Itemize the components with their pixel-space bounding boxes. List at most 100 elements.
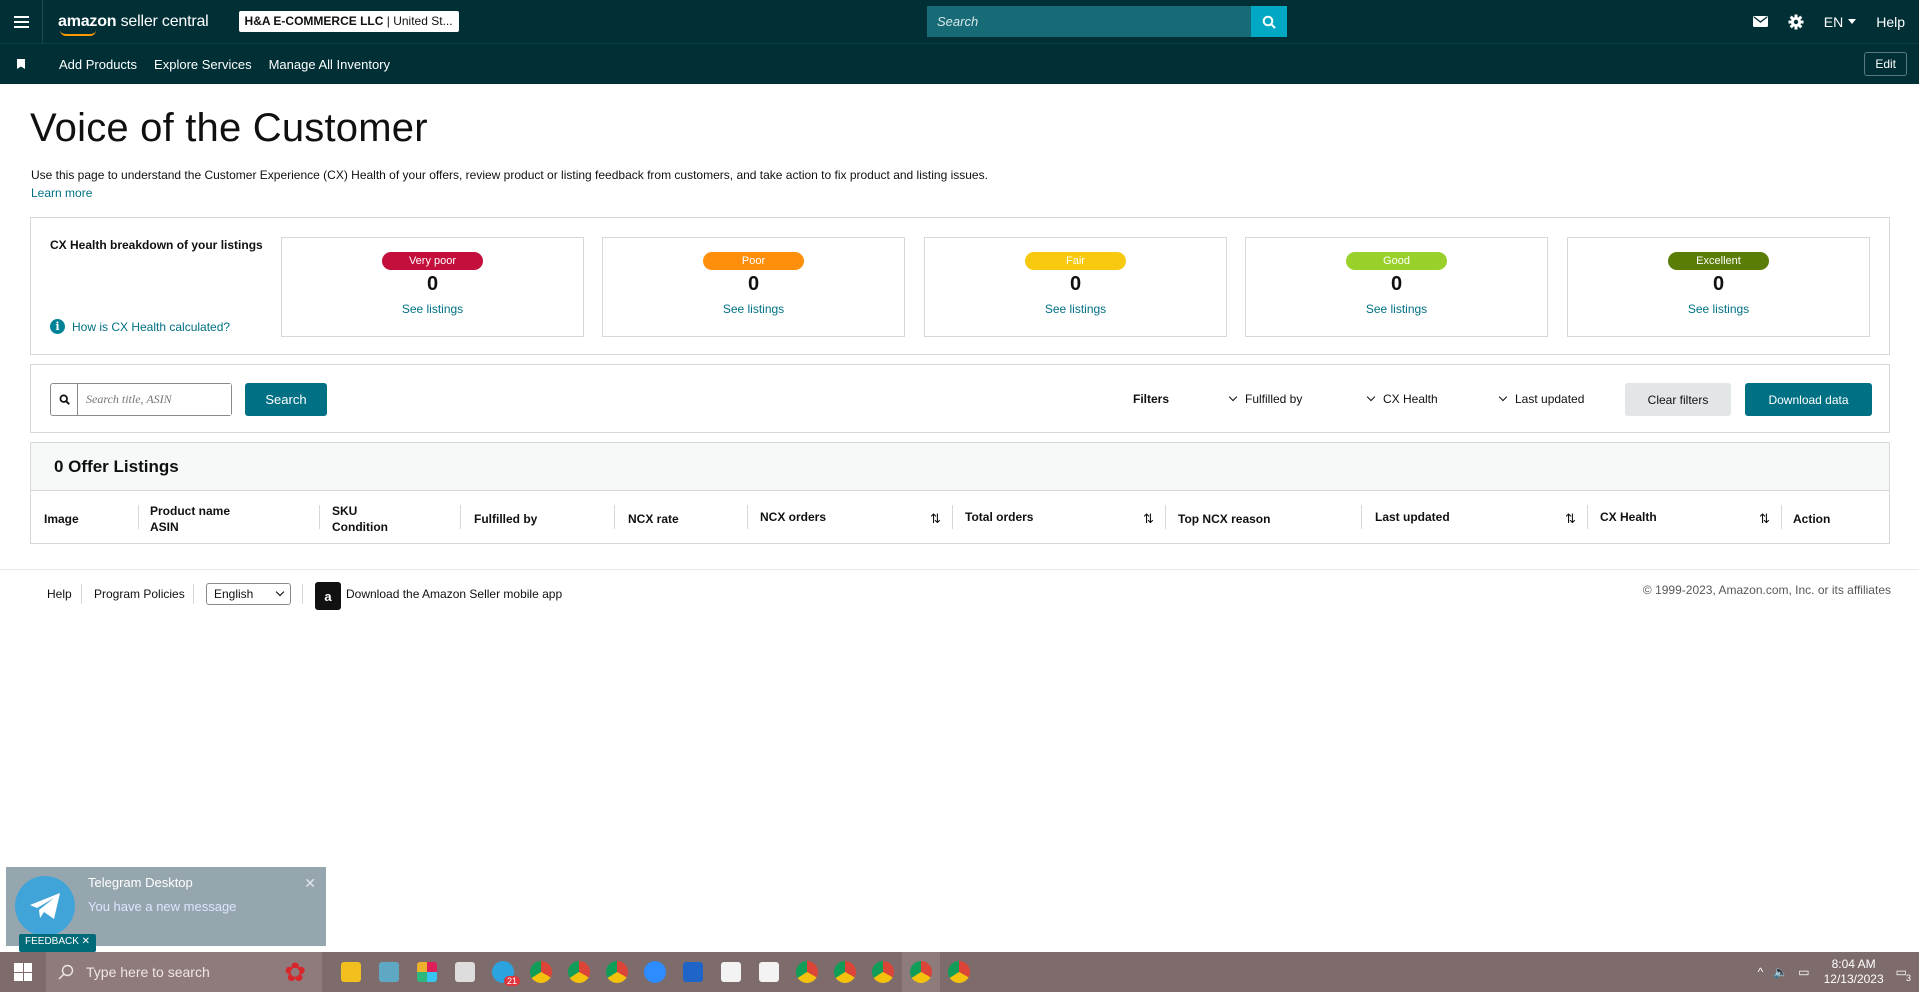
notification-message: You have a new message: [88, 899, 237, 914]
calculator-icon[interactable]: [446, 952, 484, 992]
fair-see-listings-link[interactable]: See listings: [925, 302, 1226, 316]
column-divider: [460, 505, 461, 529]
amazon-seller-central-logo[interactable]: amazon seller central: [58, 12, 209, 36]
footer-help-link[interactable]: Help: [47, 587, 72, 601]
account-region: | United St...: [386, 14, 453, 28]
footer-divider: [0, 569, 1919, 570]
cx-card-good: Good 0 See listings: [1245, 237, 1548, 337]
last-updated-dropdown[interactable]: Last updated: [1498, 392, 1584, 406]
fulfilled-by-dropdown[interactable]: Fulfilled by: [1228, 392, 1302, 406]
excellent-badge: Excellent: [1668, 252, 1769, 270]
r-app-icon[interactable]: [674, 952, 712, 992]
network-icon[interactable]: ▭: [1798, 965, 1809, 979]
learn-more-link[interactable]: Learn more: [31, 186, 92, 200]
close-icon[interactable]: ✕: [304, 875, 316, 892]
good-count: 0: [1390, 273, 1403, 295]
notepad-icon[interactable]: [370, 952, 408, 992]
sort-icon[interactable]: ⇅: [1759, 511, 1770, 527]
sort-icon[interactable]: ⇅: [1565, 511, 1576, 527]
col-ncx-rate: NCX rate: [628, 512, 679, 526]
amazon-app-icon[interactable]: a: [315, 582, 341, 610]
nav-explore-services[interactable]: Explore Services: [154, 57, 252, 72]
language-selector[interactable]: EN: [1824, 14, 1857, 30]
download-data-button[interactable]: Download data: [1745, 383, 1872, 416]
divider: [42, 0, 43, 43]
chevron-up-icon[interactable]: ^: [1758, 965, 1764, 979]
chrome-profile-k-icon[interactable]: [598, 952, 636, 992]
search-icon: [51, 384, 78, 415]
chrome-profile-3-icon[interactable]: [864, 952, 902, 992]
col-total-orders[interactable]: Total orders: [965, 509, 1033, 525]
nav-add-products[interactable]: Add Products: [59, 57, 137, 72]
chrome-profile-icon[interactable]: [560, 952, 598, 992]
footer-separator: [302, 584, 303, 604]
clear-filters-button[interactable]: Clear filters: [1625, 383, 1731, 416]
telegram-taskbar-icon[interactable]: 21: [484, 952, 522, 992]
clock[interactable]: 8:04 AM 12/13/2023: [1824, 957, 1884, 987]
footer-download-app-link[interactable]: Download the Amazon Seller mobile app: [346, 587, 562, 601]
table-title: 0 Offer Listings: [31, 443, 1889, 491]
nav-manage-all-inventory[interactable]: Manage All Inventory: [269, 57, 390, 72]
chrome-active-icon[interactable]: [902, 952, 940, 992]
column-divider: [747, 505, 748, 529]
filters-label: Filters: [1133, 392, 1170, 406]
global-search-button[interactable]: [1251, 6, 1287, 37]
chrome-icon[interactable]: [522, 952, 560, 992]
good-badge: Good: [1346, 252, 1447, 270]
poor-badge: Poor: [703, 252, 804, 270]
menu-icon[interactable]: [0, 0, 42, 43]
telegram-unread-badge: 21: [503, 976, 520, 986]
chevron-down-icon: [1366, 392, 1376, 402]
listing-search-box: [50, 383, 232, 416]
cx-health-how-link[interactable]: i How is CX Health calculated?: [50, 319, 230, 334]
settings-gear-icon[interactable]: [1788, 14, 1804, 30]
windows-taskbar: Type here to search ✿ 21 ^ 🔈 ▭ 8:04 AM 1…: [0, 952, 1919, 992]
file-explorer-icon[interactable]: [332, 952, 370, 992]
very-poor-see-listings-link[interactable]: See listings: [282, 302, 583, 316]
col-sku-label: SKU: [332, 504, 358, 518]
good-see-listings-link[interactable]: See listings: [1246, 302, 1547, 316]
cx-health-breakdown-panel: CX Health breakdown of your listings i H…: [30, 217, 1890, 355]
account-name: H&A E-COMMERCE LLC: [244, 14, 384, 28]
listing-search-input[interactable]: [78, 384, 231, 415]
windows-start-icon[interactable]: [0, 952, 46, 992]
edit-bookmarks-button[interactable]: Edit: [1864, 52, 1907, 76]
excellent-see-listings-link[interactable]: See listings: [1568, 302, 1869, 316]
search-icon: [58, 964, 74, 980]
table-header-row: Image Product name ASIN SKU Condition Fu…: [31, 491, 1889, 544]
footer-program-policies-link[interactable]: Program Policies: [94, 587, 185, 601]
feedback-tab[interactable]: FEEDBACK ✕: [19, 934, 97, 952]
sort-icon[interactable]: ⇅: [1143, 511, 1154, 527]
global-search-input[interactable]: [927, 6, 1251, 37]
listing-search-button[interactable]: Search: [245, 383, 327, 416]
column-divider: [319, 505, 320, 529]
col-last-updated[interactable]: Last updated: [1375, 509, 1450, 525]
volume-icon[interactable]: 🔈: [1773, 965, 1788, 979]
page-title: Voice of the Customer: [30, 106, 428, 150]
help-link[interactable]: Help: [1876, 14, 1905, 30]
footer-language-select[interactable]: English: [206, 583, 291, 605]
col-ncx-orders[interactable]: NCX orders: [760, 509, 826, 525]
col-top-ncx-reason: Top NCX reason: [1178, 512, 1271, 526]
account-switcher[interactable]: H&A E-COMMERCE LLC | United St...: [238, 11, 459, 32]
cx-health-dropdown[interactable]: CX Health: [1366, 392, 1438, 406]
notifications-icon[interactable]: ▭ 3: [1896, 965, 1911, 983]
sort-icon[interactable]: ⇅: [930, 511, 941, 527]
spreadsheet-2-icon[interactable]: [750, 952, 788, 992]
poor-see-listings-link[interactable]: See listings: [603, 302, 904, 316]
cx-card-excellent: Excellent 0 See listings: [1567, 237, 1870, 337]
col-cx-health[interactable]: CX Health: [1600, 509, 1657, 525]
column-divider: [1165, 505, 1166, 529]
spreadsheet-icon[interactable]: [712, 952, 750, 992]
slack-icon[interactable]: [408, 952, 446, 992]
chrome-profile-4-icon[interactable]: [940, 952, 978, 992]
zoom-icon[interactable]: [636, 952, 674, 992]
bookmark-icon[interactable]: [0, 59, 42, 69]
chrome-profile-2-icon[interactable]: [826, 952, 864, 992]
messages-icon[interactable]: [1752, 16, 1768, 27]
taskbar-search-box[interactable]: Type here to search ✿: [46, 952, 322, 992]
logo-amazon-text: amazon: [58, 12, 117, 30]
chevron-down-icon: [275, 587, 285, 597]
clock-time: 8:04 AM: [1831, 957, 1876, 971]
chrome-profile-c-icon[interactable]: [788, 952, 826, 992]
